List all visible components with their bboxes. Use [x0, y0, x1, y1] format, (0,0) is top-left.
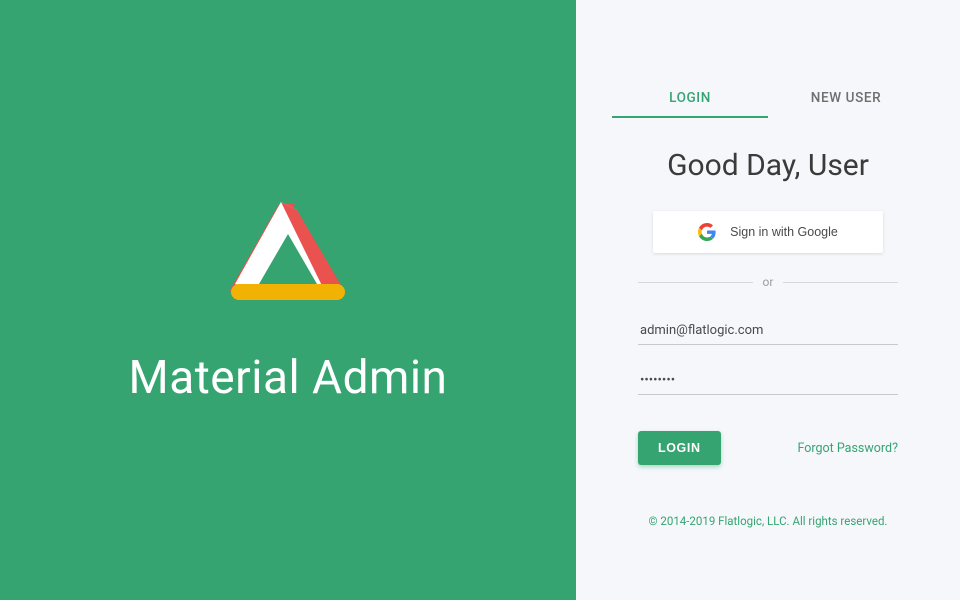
brand-logo-icon: [223, 196, 353, 311]
auth-panel: LOGIN NEW USER Good Day, User Sign in wi…: [576, 0, 960, 600]
divider-line-right: [783, 282, 898, 283]
email-field[interactable]: [638, 317, 898, 345]
app-root: Material Admin LOGIN NEW USER Good Day, …: [0, 0, 960, 600]
google-icon: [698, 223, 716, 241]
divider-text: or: [753, 275, 784, 289]
brand-title: Material Admin: [129, 351, 448, 405]
divider-line-left: [638, 282, 753, 283]
copyright-text: © 2014-2019 Flatlogic, LLC. All rights r…: [576, 514, 960, 528]
forgot-password-link[interactable]: Forgot Password?: [798, 441, 899, 456]
auth-tabs: LOGIN NEW USER: [612, 80, 924, 118]
tab-login[interactable]: LOGIN: [612, 80, 768, 118]
brand-panel: Material Admin: [0, 0, 576, 600]
tab-new-user[interactable]: NEW USER: [768, 80, 924, 118]
greeting-text: Good Day, User: [667, 148, 869, 183]
password-field[interactable]: [638, 367, 898, 395]
divider: or: [638, 275, 898, 289]
login-actions: LOGIN Forgot Password?: [638, 431, 898, 465]
login-button[interactable]: LOGIN: [638, 431, 721, 465]
google-signin-button[interactable]: Sign in with Google: [653, 211, 883, 253]
login-fields: [638, 317, 898, 395]
google-signin-label: Sign in with Google: [730, 225, 838, 239]
